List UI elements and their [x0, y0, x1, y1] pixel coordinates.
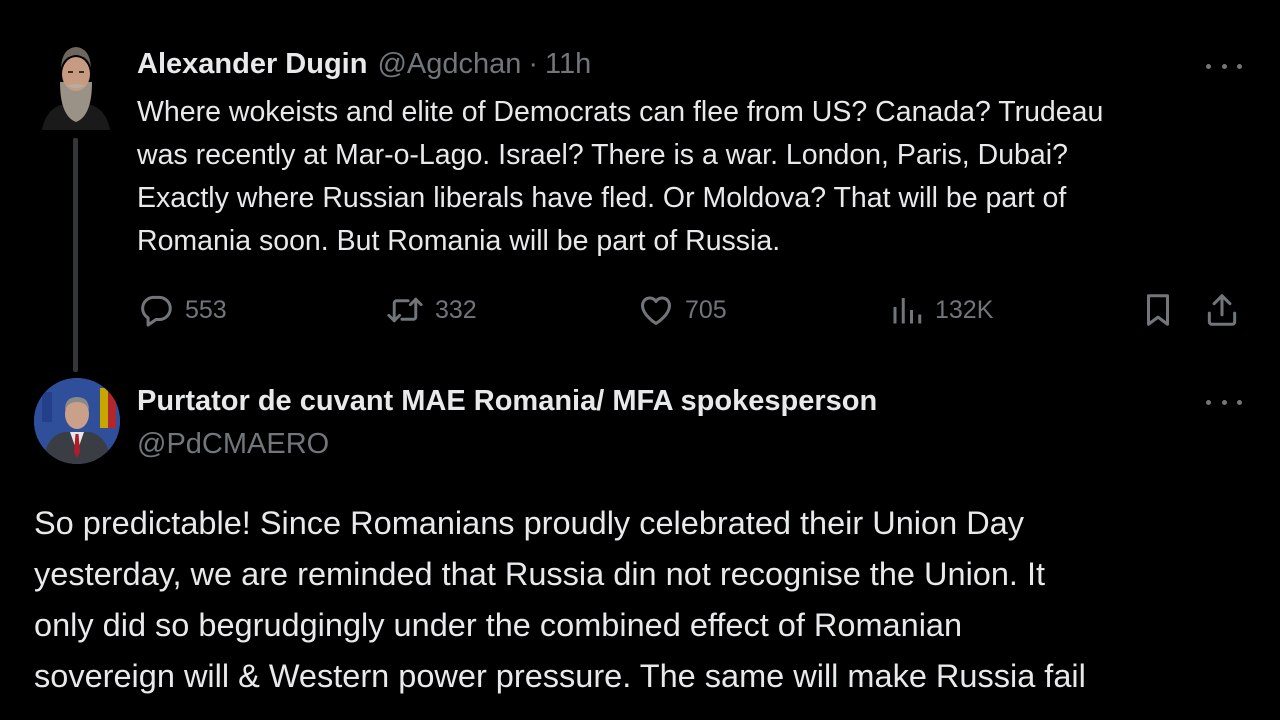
thread-connector-line	[73, 138, 78, 372]
reply-count: 553	[185, 295, 227, 324]
reply-button[interactable]: 553	[137, 288, 227, 332]
share-button[interactable]	[1203, 288, 1241, 332]
heart-icon	[641, 296, 671, 325]
tweet-action-bar: 553 332 705 132K	[137, 288, 1247, 332]
tweet-text-line: So predictable! Since Romanians proudly …	[34, 505, 1024, 541]
repost-button[interactable]: 332	[385, 288, 477, 332]
like-count: 705	[685, 295, 727, 324]
repost-arrows-icon	[387, 297, 423, 323]
bookmark-button[interactable]	[1139, 288, 1177, 332]
author-name[interactable]: Purtator de cuvant MAE Romania/ MFA spok…	[137, 380, 877, 422]
tweet-text-line: Exactly where Russian liberals have fled…	[137, 182, 1067, 214]
more-dots-icon[interactable]	[1206, 392, 1242, 412]
author-handle[interactable]: @PdCMAERO	[137, 424, 329, 464]
repost-count: 332	[435, 295, 477, 324]
header-separator: ·	[528, 47, 539, 80]
author-photo	[40, 38, 112, 130]
share-upload-icon	[1207, 294, 1237, 326]
tweet-header: Alexander Dugin @Agdchan · 11h	[137, 44, 591, 84]
tweet-text: Where wokeists and elite of Democrats ca…	[137, 91, 1257, 263]
author-handle[interactable]: @Agdchan	[377, 48, 521, 81]
author-photo	[34, 378, 120, 464]
tweet-text-line: sovereign will & Western power pressure.…	[34, 658, 1086, 694]
views-button[interactable]: 132K	[889, 288, 993, 332]
conversation-thread: Alexander Dugin @Agdchan · 11h Where wok…	[0, 0, 1280, 720]
avatar[interactable]	[40, 38, 112, 130]
like-button[interactable]: 705	[637, 288, 727, 332]
tweet-timestamp[interactable]: 11h	[545, 48, 591, 81]
tweet-text-line: was recently at Mar-o-Lago. Israel? Ther…	[137, 139, 1068, 171]
views-bars-icon	[893, 298, 922, 324]
tweet-text-line: Romania soon. But Romania will be part o…	[137, 225, 781, 257]
bookmark-icon	[1146, 294, 1170, 326]
author-name[interactable]: Alexander Dugin	[137, 48, 367, 81]
more-dots-icon[interactable]	[1206, 56, 1242, 76]
tweet-text: So predictable! Since Romanians proudly …	[34, 498, 1264, 702]
reply-bubble-icon	[141, 295, 172, 327]
views-count: 132K	[935, 295, 994, 324]
tweet-text-line: Where wokeists and elite of Democrats ca…	[137, 96, 1104, 128]
tweet-text-line: yesterday, we are reminded that Russia d…	[34, 556, 1046, 592]
avatar[interactable]	[34, 378, 120, 464]
tweet-text-line: only did so begrudgingly under the combi…	[34, 607, 963, 643]
